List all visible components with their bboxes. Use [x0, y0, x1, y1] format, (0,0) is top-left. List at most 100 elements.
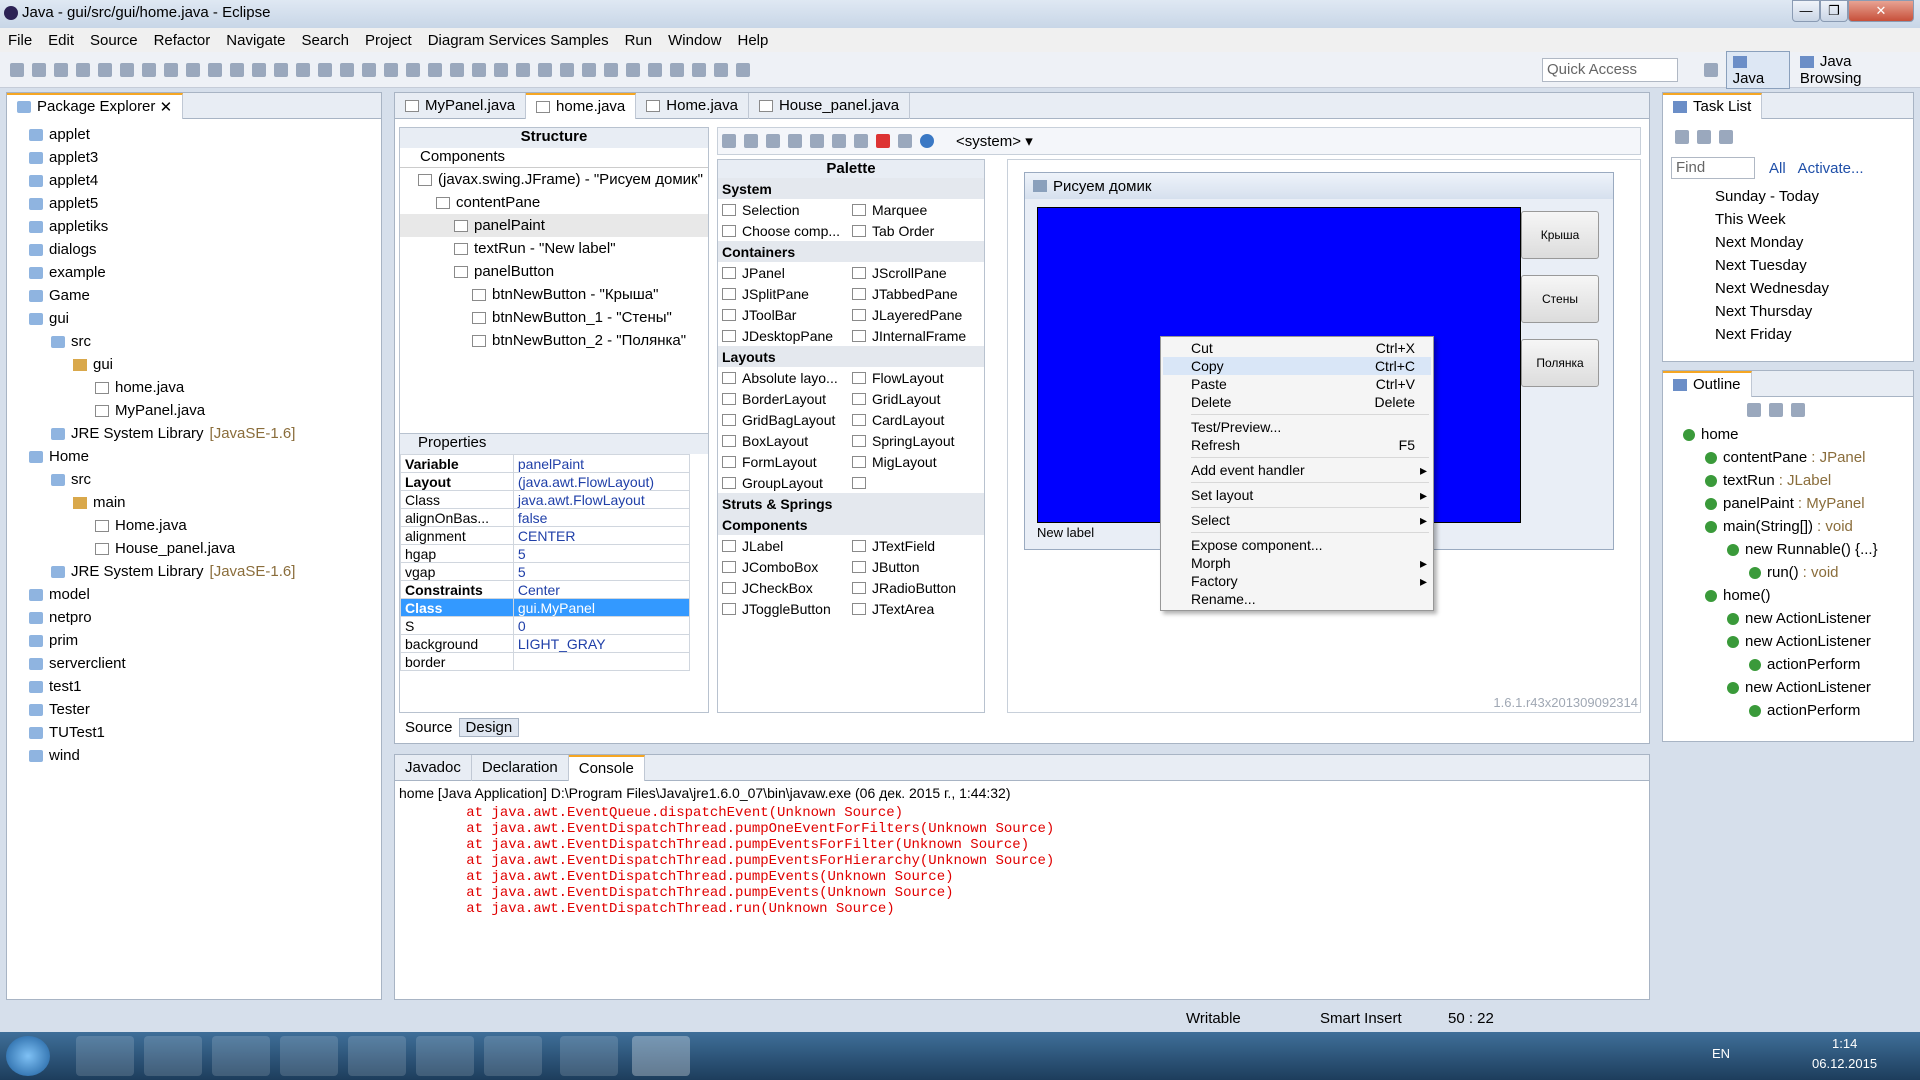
component-node[interactable]: contentPane — [400, 191, 708, 214]
palette-item[interactable]: GridBagLayout — [718, 412, 848, 428]
property-row[interactable]: alignment CENTER — [400, 526, 691, 545]
clock-date[interactable]: 06.12.2015 — [1812, 1056, 1877, 1071]
tree-item[interactable]: Tester — [7, 698, 381, 721]
close-icon[interactable]: ✕ — [160, 98, 173, 116]
frame-btn-walls[interactable]: Стены — [1521, 275, 1599, 323]
menu-1[interactable]: Edit — [48, 32, 74, 49]
minimize-button[interactable]: — — [1792, 0, 1820, 22]
menu-7[interactable]: Diagram Services Samples — [428, 32, 609, 49]
pdf-taskbar-icon[interactable] — [560, 1036, 618, 1076]
tree-item[interactable]: Home.java — [7, 514, 381, 537]
categorize-icon[interactable] — [1697, 130, 1711, 144]
property-value[interactable]: java.awt.FlowLayout — [512, 490, 691, 509]
palette-item[interactable]: CardLayout — [848, 412, 978, 428]
filter-all-link[interactable]: All — [1769, 160, 1786, 177]
toolbar-icon[interactable] — [604, 62, 618, 77]
palette-item[interactable]: JLayeredPane — [848, 307, 978, 323]
menu-5[interactable]: Search — [301, 32, 349, 49]
task-item[interactable]: Next Monday — [1675, 231, 1913, 254]
toolbar-icon[interactable] — [362, 62, 376, 77]
property-value[interactable]: Center — [512, 580, 691, 599]
context-menu-item[interactable]: Factory ▸ — [1163, 572, 1431, 590]
clock-time[interactable]: 1:14 — [1832, 1036, 1857, 1051]
context-menu-item[interactable]: Copy Ctrl+C — [1163, 357, 1431, 375]
tree-item[interactable]: netpro — [7, 606, 381, 629]
new-label[interactable]: New label — [1037, 525, 1094, 540]
palette-item[interactable]: MigLayout — [848, 454, 978, 470]
word-taskbar-icon[interactable] — [144, 1036, 202, 1076]
outline-item[interactable]: panelPaint: MyPanel — [1683, 492, 1913, 515]
activate-link[interactable]: Activate... — [1798, 160, 1864, 177]
tree-item[interactable]: main — [7, 491, 381, 514]
property-row[interactable]: S0 — [400, 616, 691, 635]
palette-item[interactable]: JScrollPane — [848, 265, 978, 281]
media-taskbar-icon[interactable] — [416, 1036, 474, 1076]
context-menu-item[interactable]: Cut Ctrl+X — [1163, 339, 1431, 357]
eclipse-taskbar-icon-1[interactable] — [348, 1036, 406, 1076]
start-button[interactable] — [6, 1036, 50, 1076]
frame-btn-roof[interactable]: Крыша — [1521, 211, 1599, 259]
toolbar-icon[interactable] — [648, 62, 662, 77]
powerpoint-taskbar-icon[interactable] — [280, 1036, 338, 1076]
palette-item[interactable]: GridLayout — [848, 391, 978, 407]
outline-item[interactable]: textRun: JLabel — [1683, 469, 1913, 492]
menu-10[interactable]: Help — [737, 32, 768, 49]
property-value[interactable]: gui.MyPanel — [512, 598, 691, 617]
toolbar-icon[interactable] — [318, 62, 332, 77]
toolbar-icon[interactable] — [494, 62, 508, 77]
close-button[interactable]: ✕ — [1848, 0, 1914, 22]
toolbar-icon[interactable] — [10, 62, 24, 77]
editor-tab[interactable]: Home.java — [636, 92, 749, 119]
tree-item[interactable]: applet5 — [7, 192, 381, 215]
palette-item[interactable]: JCheckBox — [718, 580, 848, 596]
redo-icon[interactable] — [788, 134, 802, 148]
outline-sort-icon[interactable] — [1747, 403, 1761, 417]
outline-item[interactable]: contentPane: JPanel — [1683, 446, 1913, 469]
tree-item[interactable]: appletiks — [7, 215, 381, 238]
palette-item[interactable]: JComboBox — [718, 559, 848, 575]
component-node[interactable]: btnNewButton_2 - "Полянка" — [400, 329, 708, 352]
console-tab[interactable]: Console — [568, 754, 645, 781]
toolbar-icon[interactable] — [296, 62, 310, 77]
property-value[interactable]: panelPaint — [512, 454, 691, 473]
chrome-taskbar-icon[interactable] — [76, 1036, 134, 1076]
hide-static-icon[interactable] — [1791, 403, 1805, 417]
palette-group-header[interactable]: System — [718, 178, 984, 199]
palette-item[interactable]: JPanel — [718, 265, 848, 281]
outline-item[interactable]: main(String[]): void — [1683, 515, 1913, 538]
toolbar-icon[interactable] — [230, 62, 244, 77]
property-value[interactable]: 5 — [512, 544, 691, 563]
explorer-taskbar-icon[interactable] — [212, 1036, 270, 1076]
toolbar-icon[interactable] — [670, 62, 684, 77]
component-node[interactable]: panelButton — [400, 260, 708, 283]
design-tab[interactable]: Design — [458, 717, 520, 737]
context-menu-item[interactable]: Test/Preview... — [1163, 418, 1431, 436]
editor-tab[interactable]: home.java — [526, 92, 637, 119]
focus-icon[interactable] — [1719, 130, 1733, 144]
toolbar-icon[interactable] — [582, 62, 596, 77]
outline-item[interactable]: new ActionListener — [1683, 676, 1913, 699]
copy-icon[interactable] — [832, 134, 846, 148]
outline-item[interactable]: new Runnable() {...} — [1683, 538, 1913, 561]
task-item[interactable]: This Week — [1675, 208, 1913, 231]
tree-item[interactable]: applet — [7, 123, 381, 146]
component-node[interactable]: textRun - "New label" — [400, 237, 708, 260]
toolbar-icon[interactable] — [472, 62, 486, 77]
palette-item[interactable]: JButton — [848, 559, 978, 575]
menu-8[interactable]: Run — [625, 32, 653, 49]
console-tab[interactable]: Declaration — [472, 754, 569, 781]
frame-btn-lawn[interactable]: Полянка — [1521, 339, 1599, 387]
task-item[interactable]: Next Friday — [1675, 323, 1913, 346]
task-item[interactable]: Next Wednesday — [1675, 277, 1913, 300]
toolbar-icon[interactable] — [142, 62, 156, 77]
toolbar-icon[interactable] — [384, 62, 398, 77]
palette-item[interactable]: JLabel — [718, 538, 848, 554]
menu-4[interactable]: Navigate — [226, 32, 285, 49]
toolbar-icon[interactable] — [428, 62, 442, 77]
properties-icon[interactable] — [898, 134, 912, 148]
palette-item[interactable]: GroupLayout — [718, 475, 848, 491]
context-menu-item[interactable]: Select ▸ — [1163, 511, 1431, 529]
tree-item[interactable]: JRE System Library [JavaSE-1.6] — [7, 560, 381, 583]
delete-icon[interactable] — [876, 134, 890, 148]
tree-item[interactable]: dialogs — [7, 238, 381, 261]
